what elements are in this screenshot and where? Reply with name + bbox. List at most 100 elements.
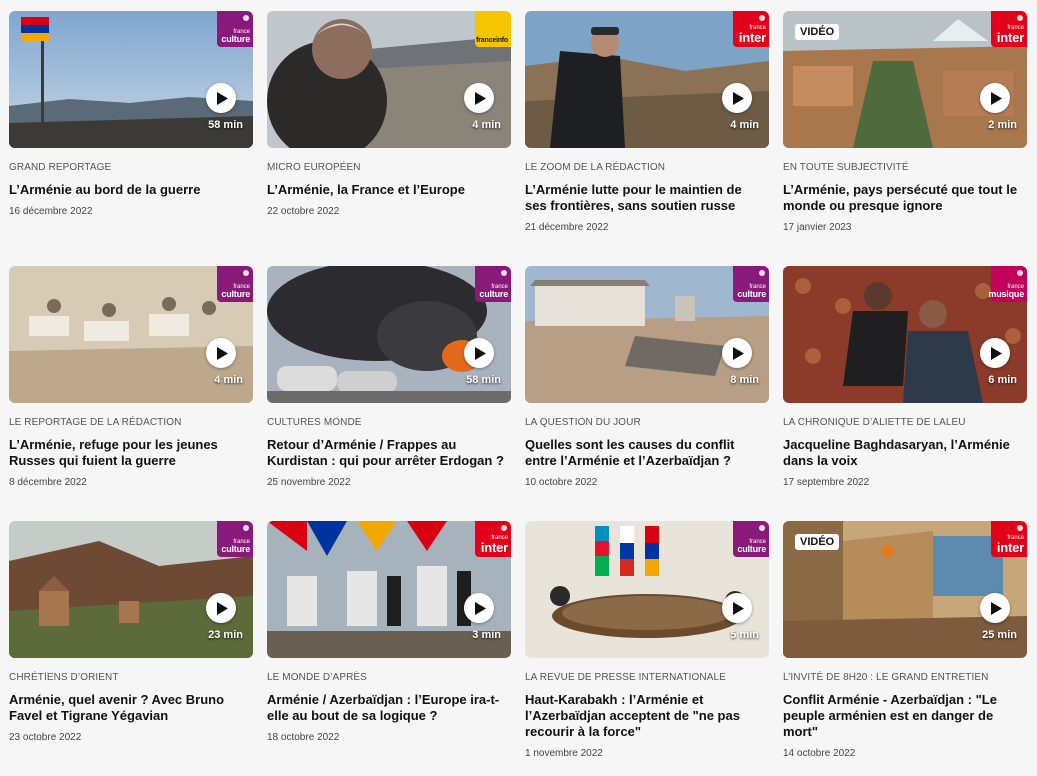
duration-label: 58 min bbox=[466, 374, 501, 386]
episode-thumbnail[interactable]: france inter 3 min bbox=[267, 521, 511, 658]
france-inter-logo: france inter bbox=[475, 521, 511, 557]
show-name[interactable]: CHRÉTIENS D’ORIENT bbox=[9, 672, 253, 683]
play-icon bbox=[991, 346, 1002, 360]
episode-thumbnail[interactable]: france culture 4 min bbox=[9, 266, 253, 403]
france-culture-logo: france culture bbox=[475, 266, 511, 302]
episode-card[interactable]: france culture 4 min LE REPORTAGE DE LA R… bbox=[9, 266, 253, 521]
episode-title[interactable]: Arménie / Azerbaïdjan : l’Europe ira-t-e… bbox=[267, 692, 505, 724]
duration-label: 5 min bbox=[730, 629, 759, 641]
play-button[interactable] bbox=[722, 83, 752, 113]
play-icon bbox=[733, 346, 744, 360]
play-icon bbox=[475, 91, 486, 105]
episode-date: 1 novembre 2022 bbox=[525, 748, 603, 759]
episode-title[interactable]: Quelles sont les causes du conflit entre… bbox=[525, 437, 763, 469]
episode-title[interactable]: L’Arménie au bord de la guerre bbox=[9, 182, 247, 198]
episode-title[interactable]: L’Arménie, la France et l’Europe bbox=[267, 182, 505, 198]
play-icon bbox=[733, 601, 744, 615]
episode-title[interactable]: Haut-Karabakh : l’Arménie et l’Azerbaïdj… bbox=[525, 692, 763, 740]
show-name[interactable]: LA REVUE DE PRESSE INTERNATIONALE bbox=[525, 672, 769, 683]
episode-card[interactable]: france inter VIDÉO 2 min EN TOUTE SUBJECT… bbox=[783, 11, 1027, 266]
episode-thumbnail[interactable]: franceinfo 4 min bbox=[267, 11, 511, 148]
episode-card[interactable]: france inter 3 min LE MONDE D’APRÈS Armén… bbox=[267, 521, 511, 776]
episode-thumbnail[interactable]: france culture 8 min bbox=[525, 266, 769, 403]
episode-date: 8 décembre 2022 bbox=[9, 477, 87, 488]
play-button[interactable] bbox=[464, 83, 494, 113]
show-name[interactable]: MICRO EUROPÉEN bbox=[267, 162, 511, 173]
play-button[interactable] bbox=[722, 593, 752, 623]
show-name[interactable]: LE REPORTAGE DE LA RÉDACTION bbox=[9, 417, 253, 428]
episode-title[interactable]: L’Arménie, refuge pour les jeunes Russes… bbox=[9, 437, 247, 469]
episode-card[interactable]: france culture 23 min CHRÉTIENS D’ORIENT … bbox=[9, 521, 253, 776]
episode-card[interactable]: franceinfo 4 min MICRO EUROPÉEN L’Arméni… bbox=[267, 11, 511, 266]
episode-title[interactable]: Conflit Arménie - Azerbaïdjan : "Le peup… bbox=[783, 692, 1021, 740]
video-badge: VIDÉO bbox=[795, 534, 840, 550]
duration-label: 23 min bbox=[208, 629, 243, 641]
episode-date: 25 novembre 2022 bbox=[267, 477, 351, 488]
play-button[interactable] bbox=[206, 593, 236, 623]
duration-label: 8 min bbox=[730, 374, 759, 386]
episode-card[interactable]: france musique 6 min LA CHRONIQUE D’ALIET… bbox=[783, 266, 1027, 521]
play-button[interactable] bbox=[464, 338, 494, 368]
play-button[interactable] bbox=[980, 338, 1010, 368]
episode-thumbnail[interactable]: france culture 5 min bbox=[525, 521, 769, 658]
episode-date: 17 janvier 2023 bbox=[783, 222, 852, 233]
play-button[interactable] bbox=[980, 83, 1010, 113]
episode-title[interactable]: Retour d’Arménie / Frappes au Kurdistan … bbox=[267, 437, 505, 469]
episode-card[interactable]: france culture 58 min CULTURES MONDE Reto… bbox=[267, 266, 511, 521]
episode-title[interactable]: Jacqueline Baghdasaryan, l’Arménie dans … bbox=[783, 437, 1021, 469]
play-icon bbox=[991, 601, 1002, 615]
france-inter-logo: france inter bbox=[733, 11, 769, 47]
episode-date: 17 septembre 2022 bbox=[783, 477, 870, 488]
show-name[interactable]: GRAND REPORTAGE bbox=[9, 162, 253, 173]
episode-date: 16 décembre 2022 bbox=[9, 206, 93, 217]
episode-thumbnail[interactable]: france culture 58 min bbox=[9, 11, 253, 148]
france-inter-logo: france inter bbox=[991, 521, 1027, 557]
play-icon bbox=[217, 91, 228, 105]
episode-thumbnail[interactable]: france musique 6 min bbox=[783, 266, 1027, 403]
show-name[interactable]: CULTURES MONDE bbox=[267, 417, 511, 428]
play-button[interactable] bbox=[206, 338, 236, 368]
episode-thumbnail[interactable]: france culture 23 min bbox=[9, 521, 253, 658]
episode-card[interactable]: france culture 8 min LA QUESTION DU JOUR … bbox=[525, 266, 769, 521]
play-icon bbox=[475, 346, 486, 360]
play-button[interactable] bbox=[722, 338, 752, 368]
france-inter-logo: france inter bbox=[991, 11, 1027, 47]
episode-date: 10 octobre 2022 bbox=[525, 477, 598, 488]
episode-title[interactable]: L’Arménie, pays persécuté que tout le mo… bbox=[783, 182, 1021, 214]
episode-card[interactable]: france culture 5 min LA REVUE DE PRESSE I… bbox=[525, 521, 769, 776]
episode-thumbnail[interactable]: france inter 4 min bbox=[525, 11, 769, 148]
duration-label: 25 min bbox=[982, 629, 1017, 641]
show-name[interactable]: LA CHRONIQUE D’ALIETTE DE LALEU bbox=[783, 417, 1027, 428]
duration-label: 4 min bbox=[730, 119, 759, 131]
show-name[interactable]: LE ZOOM DE LA RÉDACTION bbox=[525, 162, 769, 173]
play-button[interactable] bbox=[206, 83, 236, 113]
show-name[interactable]: L’INVITÉ DE 8H20 : LE GRAND ENTRETIEN bbox=[783, 672, 1027, 683]
duration-label: 4 min bbox=[472, 119, 501, 131]
show-name[interactable]: EN TOUTE SUBJECTIVITÉ bbox=[783, 162, 1027, 173]
episode-card[interactable]: france culture 58 min GRAND REPORTAGE L’A… bbox=[9, 11, 253, 266]
episode-thumbnail[interactable]: france inter VIDÉO 25 min bbox=[783, 521, 1027, 658]
france-musique-logo: france musique bbox=[988, 266, 1027, 302]
episode-date: 14 octobre 2022 bbox=[783, 748, 856, 759]
play-button[interactable] bbox=[464, 593, 494, 623]
video-badge: VIDÉO bbox=[795, 24, 840, 40]
france-culture-logo: france culture bbox=[217, 266, 253, 302]
episode-thumbnail[interactable]: france inter VIDÉO 2 min bbox=[783, 11, 1027, 148]
show-name[interactable]: LA QUESTION DU JOUR bbox=[525, 417, 769, 428]
franceinfo-logo: franceinfo bbox=[475, 11, 511, 47]
duration-label: 2 min bbox=[988, 119, 1017, 131]
episode-date: 21 décembre 2022 bbox=[525, 222, 609, 233]
show-name[interactable]: LE MONDE D’APRÈS bbox=[267, 672, 511, 683]
france-culture-logo: france culture bbox=[217, 521, 253, 557]
play-icon bbox=[217, 346, 228, 360]
episode-card[interactable]: france inter VIDÉO 25 min L’INVITÉ DE 8H2… bbox=[783, 521, 1027, 776]
duration-label: 4 min bbox=[214, 374, 243, 386]
episode-title[interactable]: Arménie, quel avenir ? Avec Bruno Favel … bbox=[9, 692, 247, 724]
episode-card[interactable]: france inter 4 min LE ZOOM DE LA RÉDACTIO… bbox=[525, 11, 769, 266]
episode-thumbnail[interactable]: france culture 58 min bbox=[267, 266, 511, 403]
play-button[interactable] bbox=[980, 593, 1010, 623]
play-icon bbox=[475, 601, 486, 615]
episode-date: 18 octobre 2022 bbox=[267, 732, 340, 743]
episode-title[interactable]: L’Arménie lutte pour le maintien de ses … bbox=[525, 182, 763, 214]
play-icon bbox=[991, 91, 1002, 105]
